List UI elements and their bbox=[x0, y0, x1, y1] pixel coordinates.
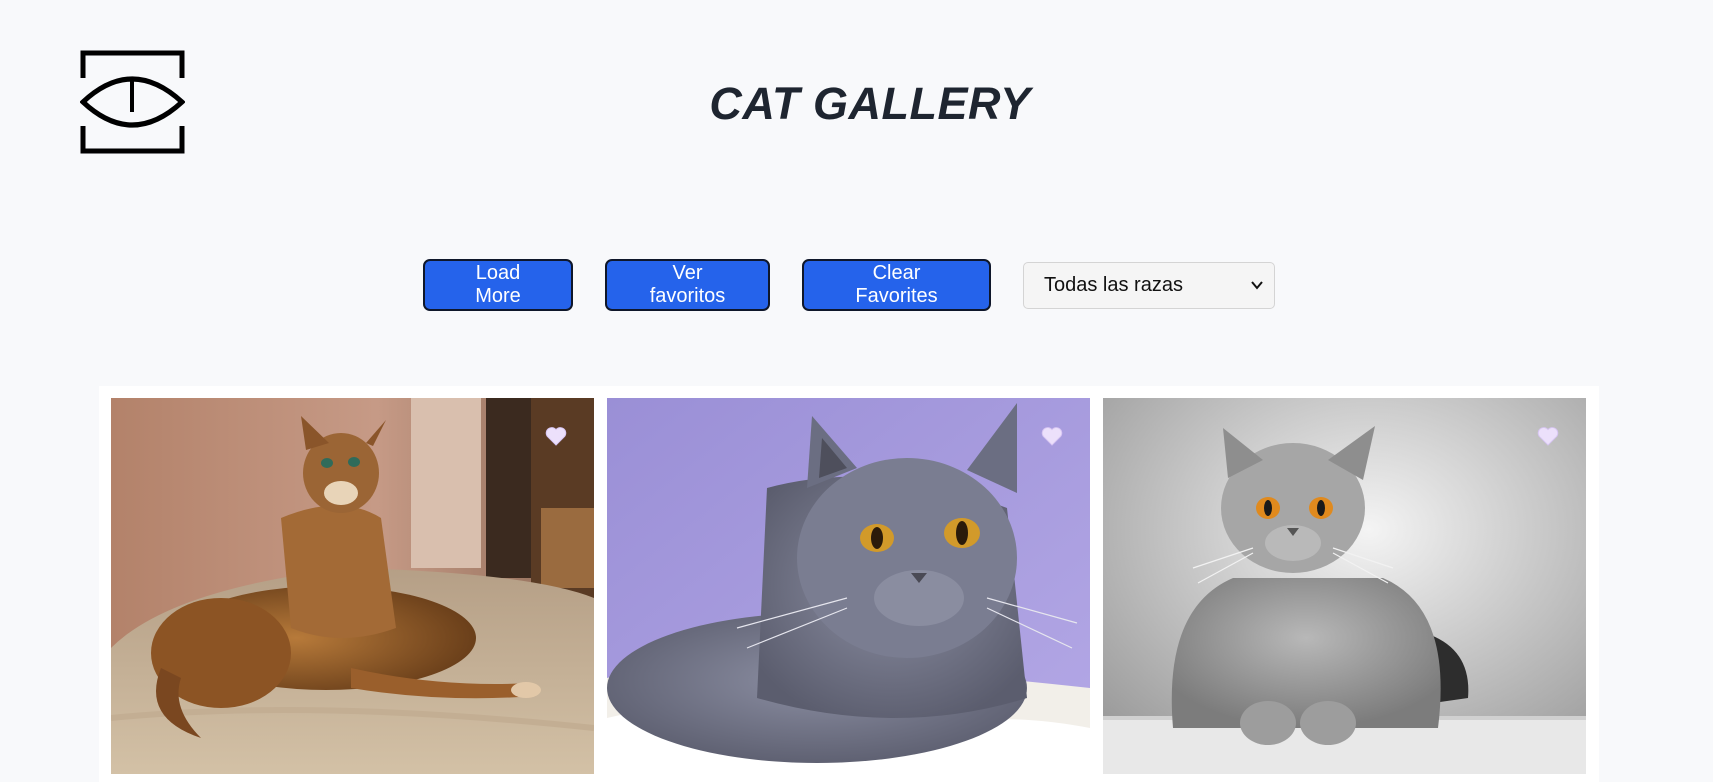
heart-icon[interactable] bbox=[1537, 426, 1559, 446]
heart-icon[interactable] bbox=[545, 426, 567, 446]
cat-photo bbox=[607, 398, 1090, 774]
chevron-down-icon bbox=[1251, 280, 1263, 290]
view-favorites-button[interactable]: Ver favoritos bbox=[605, 259, 770, 311]
cat-gallery bbox=[99, 386, 1599, 782]
clear-favorites-button[interactable]: Clear Favorites bbox=[802, 259, 991, 311]
cat-card[interactable] bbox=[607, 398, 1090, 774]
page-title: CAT GALLERY bbox=[709, 78, 1031, 129]
toolbar: Load More Ver favoritos Clear Favorites … bbox=[423, 259, 1275, 311]
cat-photo bbox=[1103, 398, 1586, 774]
breed-select-value: Todas las razas bbox=[1044, 273, 1183, 296]
breed-select[interactable]: Todas las razas bbox=[1023, 261, 1275, 309]
load-more-button[interactable]: Load More bbox=[423, 259, 573, 311]
cat-card[interactable] bbox=[1103, 398, 1586, 774]
cat-photo bbox=[111, 398, 594, 774]
heart-icon[interactable] bbox=[1041, 426, 1063, 446]
cat-card[interactable] bbox=[111, 398, 594, 774]
